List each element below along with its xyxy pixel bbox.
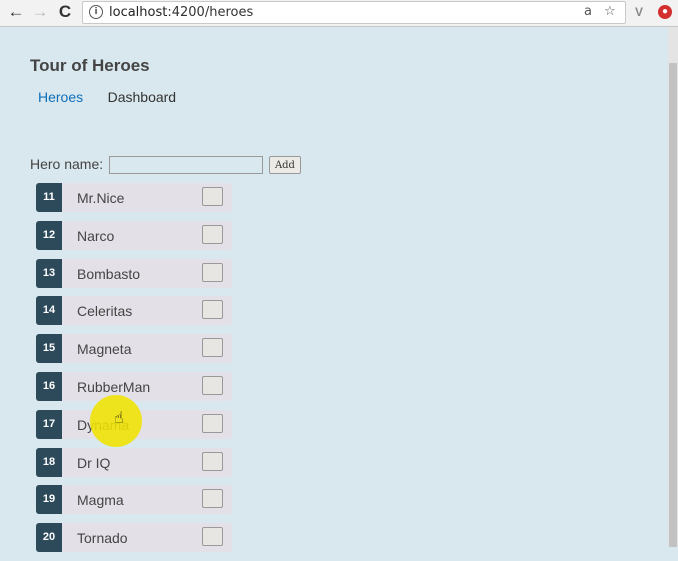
reload-icon[interactable]: C bbox=[55, 2, 75, 22]
nav-link-heroes[interactable]: Heroes bbox=[31, 87, 90, 107]
hero-name[interactable]: Magneta bbox=[77, 341, 131, 357]
hero-item[interactable]: 18 Dr IQ bbox=[36, 447, 232, 477]
hero-id-badge: 19 bbox=[36, 485, 62, 515]
hero-id-badge: 17 bbox=[36, 409, 62, 439]
add-button[interactable]: Add bbox=[268, 156, 301, 175]
hero-id-badge: 12 bbox=[36, 220, 62, 250]
info-icon[interactable]: i bbox=[89, 5, 103, 19]
page-title: Tour of Heroes bbox=[30, 56, 150, 75]
add-hero-form: Hero name: Add bbox=[30, 156, 301, 175]
delete-button[interactable] bbox=[202, 300, 223, 320]
nav-link-dashboard[interactable]: Dashboard bbox=[101, 87, 184, 107]
hero-id-badge: 15 bbox=[36, 334, 62, 364]
hero-id-badge: 13 bbox=[36, 258, 62, 288]
bookmark-icon[interactable]: ☆ bbox=[604, 4, 616, 19]
hero-id-badge: 16 bbox=[36, 371, 62, 401]
hero-item[interactable]: 14 Celeritas bbox=[36, 296, 232, 326]
delete-button[interactable] bbox=[202, 187, 223, 206]
address-bar[interactable]: i localhost:4200/heroes a ☆ bbox=[82, 1, 626, 24]
hero-item[interactable]: 12 Narco bbox=[36, 220, 232, 250]
hero-item[interactable]: 20 Tornado bbox=[36, 523, 232, 553]
extension-icon[interactable]: ● bbox=[658, 5, 672, 19]
hero-name[interactable]: Narco bbox=[77, 228, 114, 244]
delete-button[interactable] bbox=[202, 262, 223, 282]
hero-id-badge: 20 bbox=[36, 523, 62, 553]
vue-devtools-icon[interactable]: V bbox=[631, 4, 647, 20]
hero-item[interactable]: 19 Magma bbox=[36, 485, 232, 515]
hero-name[interactable]: Bombasto bbox=[77, 266, 140, 282]
hero-item[interactable]: 15 Magneta bbox=[36, 334, 232, 364]
main-nav: Heroes Dashboard bbox=[31, 87, 189, 107]
translate-icon[interactable]: a bbox=[584, 4, 592, 19]
hero-name[interactable]: Dr IQ bbox=[77, 455, 110, 471]
scrollbar[interactable] bbox=[668, 27, 678, 547]
hero-id-badge: 18 bbox=[36, 447, 62, 477]
hero-name-label: Hero name: bbox=[30, 156, 104, 172]
hero-name[interactable]: Tornado bbox=[77, 530, 128, 546]
heroes-list: 11 Mr.Nice 12 Narco 13 Bombasto 14 Celer… bbox=[36, 183, 232, 561]
hero-name[interactable]: RubberMan bbox=[77, 379, 150, 395]
delete-button[interactable] bbox=[202, 375, 223, 395]
hero-name[interactable]: Magma bbox=[77, 492, 124, 508]
hero-item[interactable]: 11 Mr.Nice bbox=[36, 183, 232, 212]
hero-name[interactable]: Celeritas bbox=[77, 303, 132, 319]
delete-button[interactable] bbox=[202, 413, 223, 433]
delete-button[interactable] bbox=[202, 451, 223, 471]
hero-name-input[interactable] bbox=[109, 156, 264, 175]
hero-id-badge: 11 bbox=[36, 183, 62, 212]
delete-button[interactable] bbox=[202, 489, 223, 509]
hero-item[interactable]: 13 Bombasto bbox=[36, 258, 232, 288]
delete-button[interactable] bbox=[202, 224, 223, 244]
back-icon[interactable]: ← bbox=[6, 2, 26, 22]
delete-button[interactable] bbox=[202, 338, 223, 358]
scrollbar-thumb[interactable] bbox=[669, 63, 677, 547]
hero-item[interactable]: 16 RubberMan bbox=[36, 371, 232, 401]
hand-cursor-icon: ☝ bbox=[114, 408, 124, 427]
hero-id-badge: 14 bbox=[36, 296, 62, 326]
delete-button[interactable] bbox=[202, 527, 223, 547]
url-text[interactable]: localhost:4200/heroes bbox=[109, 5, 253, 20]
hero-name[interactable]: Mr.Nice bbox=[77, 190, 124, 206]
forward-icon[interactable]: → bbox=[30, 2, 50, 22]
browser-toolbar: ← → C i localhost:4200/heroes a ☆ V ● bbox=[0, 0, 678, 27]
